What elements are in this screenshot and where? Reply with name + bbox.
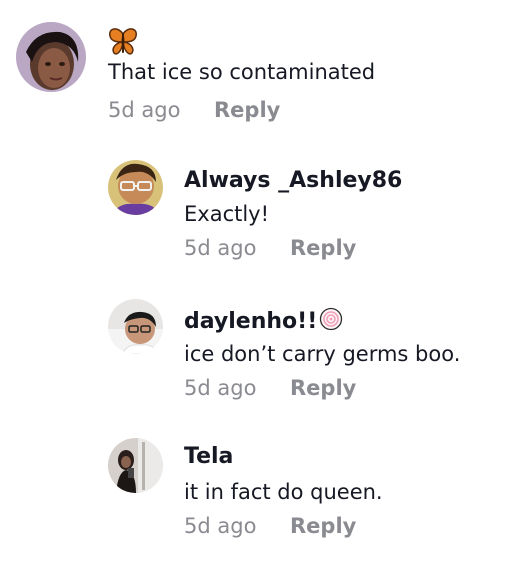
comment-item: That ice so contaminated 5d ago Reply (0, 0, 506, 135)
reply-button[interactable]: Reply (214, 98, 280, 122)
avatar[interactable] (108, 160, 163, 215)
comment-username[interactable]: daylenho!! (184, 307, 343, 334)
avatar[interactable] (108, 438, 163, 493)
comment-username[interactable]: Tela (184, 444, 233, 469)
avatar[interactable] (108, 299, 163, 354)
lollipop-icon (319, 307, 343, 331)
comment-text: ice don’t carry germs boo. (184, 342, 461, 366)
reply-button[interactable]: Reply (290, 514, 356, 538)
comment-text: it in fact do queen. (184, 480, 383, 504)
reply-item: Always _Ashley86 Exactly! 5d ago Reply (0, 140, 506, 275)
reply-button[interactable]: Reply (290, 236, 356, 260)
comment-timestamp: 5d ago (108, 98, 181, 122)
reply-button[interactable]: Reply (290, 376, 356, 400)
comment-timestamp: 5d ago (184, 236, 257, 260)
butterfly-icon (108, 28, 138, 56)
comment-timestamp: 5d ago (184, 376, 257, 400)
comment-timestamp: 5d ago (184, 514, 257, 538)
comment-text: That ice so contaminated (108, 60, 376, 84)
comment-username[interactable]: Always _Ashley86 (184, 168, 402, 193)
avatar[interactable] (16, 22, 86, 92)
username-text: daylenho!! (184, 309, 318, 334)
reply-item: Tela it in fact do queen. 5d ago Reply (0, 420, 506, 560)
reply-item: daylenho!! ice don’t carry germs boo. 5d… (0, 280, 506, 415)
comment-text: Exactly! (184, 202, 270, 226)
